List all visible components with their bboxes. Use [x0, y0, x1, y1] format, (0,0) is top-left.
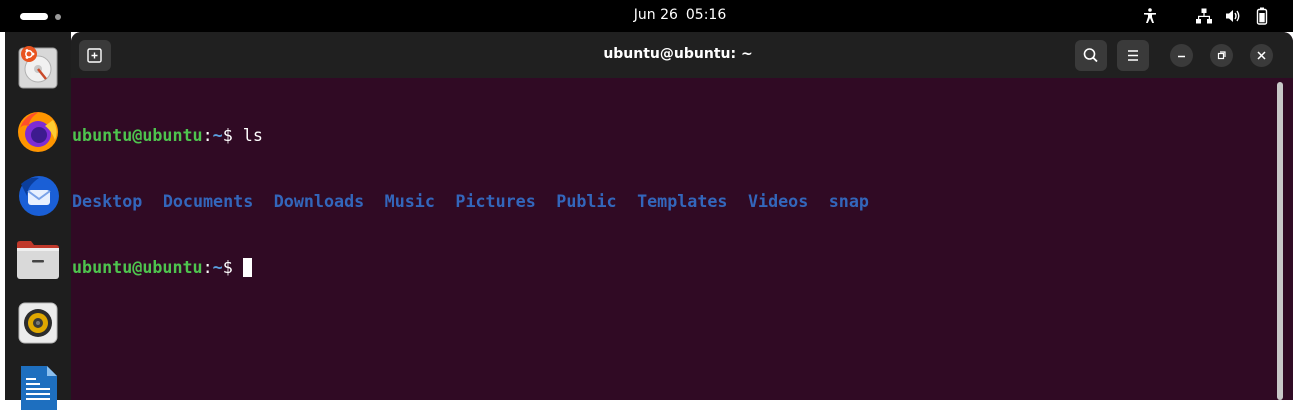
activities-indicator[interactable] — [20, 13, 64, 20]
date-time[interactable]: Jun 26 05:16 — [560, 7, 800, 23]
menu-button[interactable] — [1117, 40, 1149, 71]
minimize-button[interactable] — [1170, 44, 1193, 67]
terminal-line-listing: Desktop Documents Downloads Music Pictures Pu… — [72, 190, 1278, 212]
directory-entry: Music — [384, 191, 435, 211]
volume-icon[interactable] — [1224, 7, 1242, 25]
directory-entry: Templates — [637, 191, 728, 211]
restore-button[interactable] — [1210, 44, 1233, 67]
workspace-inactive-indicator — [55, 14, 61, 20]
accessibility-icon[interactable] — [1141, 7, 1159, 25]
window-headerbar: ubuntu@ubuntu: ~ — [71, 32, 1293, 78]
directory-entry: Public — [556, 191, 617, 211]
prompt-separator: : — [202, 125, 213, 145]
close-icon — [1257, 51, 1266, 60]
search-button[interactable] — [1075, 40, 1107, 71]
directory-entry: Downloads — [273, 191, 365, 211]
thunderbird-icon[interactable] — [15, 172, 61, 218]
workspace-active-indicator — [20, 13, 48, 20]
prompt-symbol: $ — [222, 125, 233, 145]
installer-icon[interactable] — [15, 44, 61, 90]
new-tab-icon — [87, 48, 102, 63]
directory-entry: Videos — [747, 191, 809, 211]
directory-entry: Pictures — [455, 191, 536, 211]
network-icon[interactable] — [1195, 7, 1213, 25]
time-label: 05:16 — [685, 7, 727, 23]
hamburger-menu-icon — [1128, 50, 1138, 61]
directory-entry: Documents — [162, 191, 254, 211]
firefox-icon[interactable] — [15, 108, 61, 154]
date-label: Jun 26 — [633, 7, 678, 23]
top-bar: Jun 26 05:16 — [0, 0, 1293, 32]
battery-icon[interactable] — [1253, 7, 1271, 25]
window-title: ubuntu@ubuntu: ~ — [603, 46, 753, 62]
rhythmbox-icon[interactable] — [15, 300, 61, 346]
text-cursor — [242, 258, 252, 277]
terminal-line-command: ubuntu@ubuntu:~$ ls — [72, 124, 1278, 146]
prompt-separator: : — [202, 257, 213, 277]
new-tab-button[interactable] — [79, 40, 111, 71]
prompt-user: ubuntu@ubuntu — [72, 125, 203, 145]
dock — [5, 32, 71, 410]
search-icon — [1083, 48, 1098, 63]
close-button[interactable] — [1250, 44, 1273, 67]
terminal-window: ubuntu@ubuntu: ~ ubuntu@ubuntu:~$ ls Des… — [71, 32, 1293, 400]
restore-icon — [1217, 51, 1226, 60]
files-icon[interactable] — [15, 236, 61, 282]
directory-entry: snap — [828, 191, 869, 211]
terminal-output[interactable]: ubuntu@ubuntu:~$ ls Desktop Documents Down… — [71, 78, 1278, 400]
command-text: ls — [232, 125, 263, 145]
writer-icon[interactable] — [15, 364, 61, 410]
prompt-path: ~ — [212, 257, 223, 277]
prompt-symbol: $ — [222, 257, 233, 277]
minimize-icon — [1178, 55, 1185, 58]
terminal-line-prompt: ubuntu@ubuntu:~$ — [72, 256, 1278, 278]
prompt-path: ~ — [212, 125, 223, 145]
prompt-user: ubuntu@ubuntu — [72, 257, 203, 277]
directory-entry: Desktop — [72, 191, 143, 211]
scrollbar[interactable] — [1277, 82, 1283, 400]
